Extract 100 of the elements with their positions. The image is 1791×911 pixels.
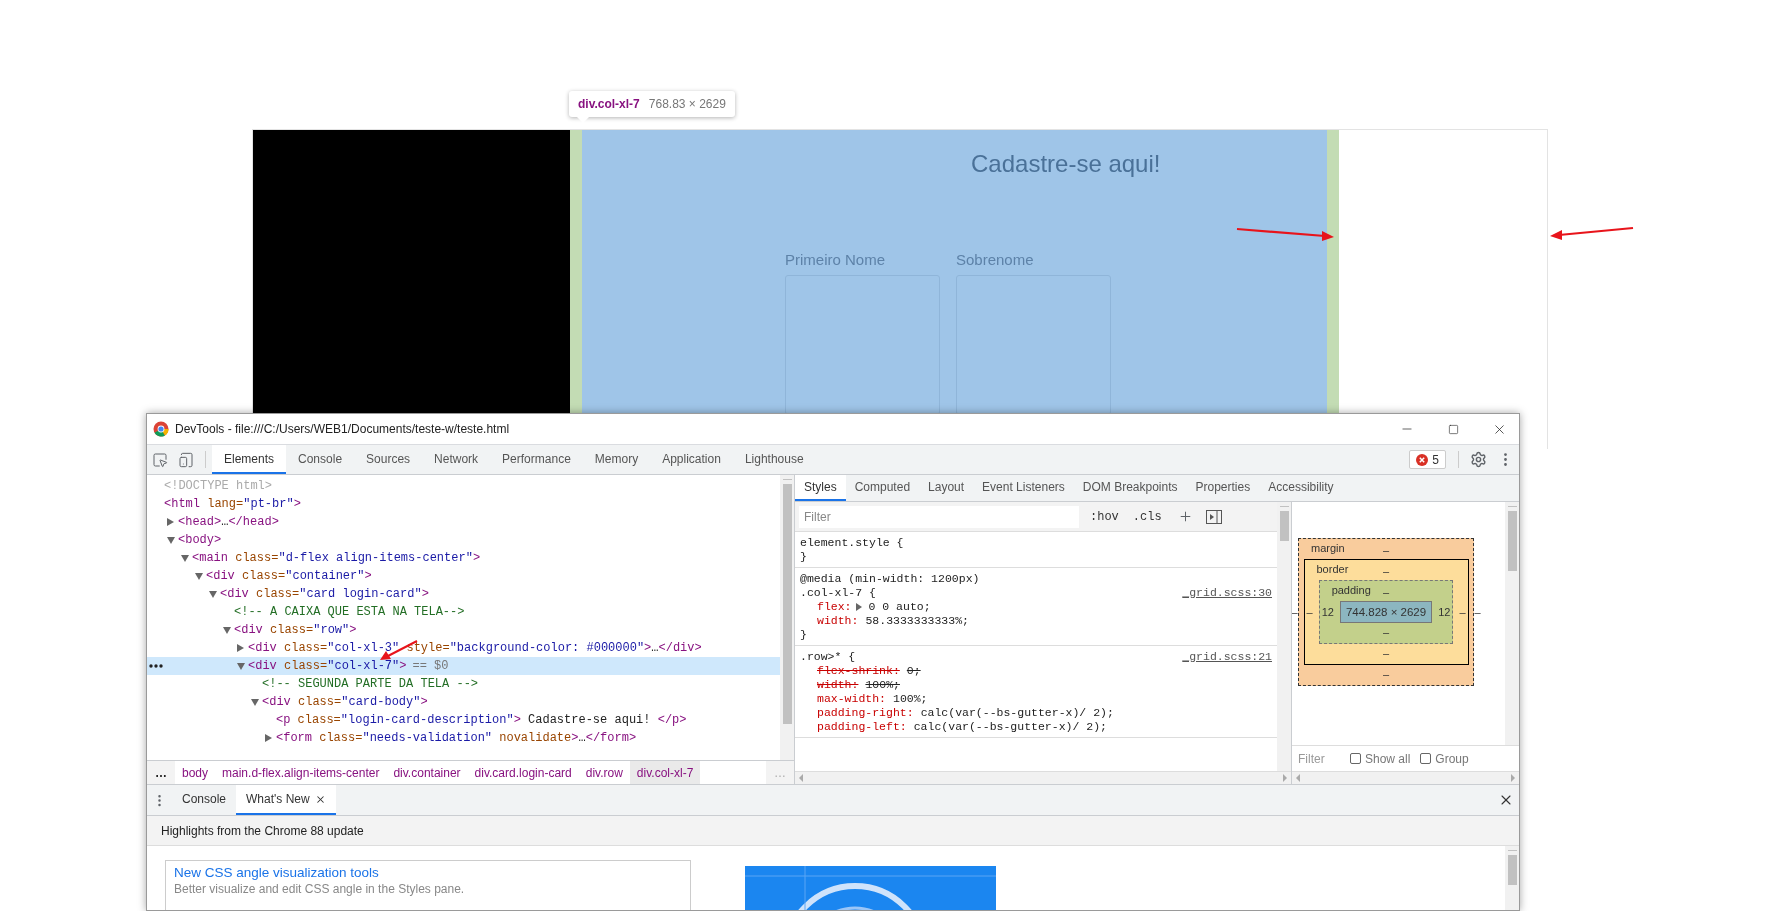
breadcrumb-item[interactable]: div.container bbox=[386, 761, 468, 784]
box-value: 12 bbox=[1321, 605, 1334, 620]
tooltip-size: 768.83 × 2629 bbox=[648, 97, 726, 111]
sidebar-tab[interactable]: DOM Breakpoints bbox=[1073, 475, 1187, 501]
panel-tab[interactable]: Elements bbox=[212, 445, 287, 474]
drawer-tab[interactable]: Console bbox=[172, 785, 237, 815]
field-label: Primeiro Nome bbox=[785, 251, 887, 268]
dom-tree-row[interactable]: <div class="row"> bbox=[147, 621, 780, 639]
scrollbar[interactable] bbox=[795, 771, 1291, 784]
closing-brace: } bbox=[800, 550, 807, 563]
css-value: 100%; bbox=[893, 692, 928, 706]
css-value: 58.3333333333%; bbox=[865, 614, 969, 628]
dom-tree-row[interactable]: <html lang="pt-br"> bbox=[147, 495, 780, 513]
breadcrumb-item[interactable]: div.card.login-card bbox=[467, 761, 579, 784]
expand-triangle-icon[interactable] bbox=[209, 590, 217, 598]
checkbox-option[interactable]: Show all bbox=[1350, 751, 1411, 766]
expand-triangle-icon[interactable] bbox=[265, 734, 272, 742]
css-property: padding-left: bbox=[817, 720, 907, 734]
border-label: border bbox=[1316, 563, 1349, 575]
expand-triangle-icon[interactable] bbox=[195, 572, 203, 580]
dom-tree-row[interactable]: <p class="login-card-description"> Cadastre-se aqui! </p> bbox=[147, 711, 780, 729]
filter-field[interactable]: Filter bbox=[799, 505, 1079, 528]
box-value: 12 bbox=[1438, 605, 1451, 620]
dom-tree-row[interactable]: <div class="card-body"> bbox=[147, 693, 780, 711]
panel-tab[interactable]: Sources bbox=[354, 445, 423, 474]
card-heading: Cadastre-se aqui! bbox=[971, 150, 1162, 178]
box-value: – bbox=[1292, 605, 1298, 620]
dom-tree-row[interactable]: <!-- SEGUNDA PARTE DA TELA --> bbox=[147, 675, 780, 693]
dom-tree-row[interactable]: <head>…</head> bbox=[147, 513, 780, 531]
sidebar-tab[interactable]: Styles bbox=[795, 475, 846, 501]
window-title: DevTools - file:///C:/Users/WEB1/Documents/teste-w/teste.html bbox=[175, 422, 511, 436]
feature-description: Better visualize and edit CSS angle in the Styles pane. bbox=[174, 882, 466, 896]
padding-label: padding bbox=[1331, 584, 1371, 596]
margin-label: margin bbox=[1311, 542, 1345, 554]
scrollbar[interactable] bbox=[1505, 502, 1519, 745]
expand-triangle-icon[interactable] bbox=[223, 626, 231, 634]
close-icon[interactable] bbox=[314, 793, 326, 805]
dom-tree-row[interactable]: <form class="needs-validation" novalidate>…</form> bbox=[147, 729, 780, 747]
scrollbar[interactable] bbox=[780, 475, 794, 760]
dom-tree-row[interactable]: <main class="d-flex align-items-center"> bbox=[147, 549, 780, 567]
breadcrumb-overflow[interactable]: … bbox=[147, 761, 175, 784]
css-selector: element.style { bbox=[800, 536, 904, 550]
sidebar-tab[interactable]: Computed bbox=[845, 475, 920, 501]
box-value: – bbox=[1459, 605, 1466, 620]
sidebar-toggle-icon[interactable] bbox=[1205, 509, 1222, 524]
scrollbar[interactable] bbox=[1505, 846, 1519, 910]
hover-state-toggle[interactable]: :hov bbox=[1087, 509, 1122, 524]
sidebar-tab[interactable]: Layout bbox=[919, 475, 974, 501]
css-selector: .col-xl-7 { bbox=[800, 586, 876, 600]
panel-tab[interactable]: Application bbox=[650, 445, 733, 474]
drawer-tab[interactable]: What's New bbox=[236, 785, 336, 815]
css-property: max-width: bbox=[817, 692, 886, 706]
expand-triangle-icon[interactable] bbox=[181, 554, 189, 562]
scrollbar[interactable] bbox=[1277, 502, 1291, 771]
dom-tree-row[interactable]: <div class="card login-card"> bbox=[147, 585, 780, 603]
box-value: – bbox=[1382, 585, 1390, 600]
scrollbar[interactable] bbox=[1292, 771, 1519, 784]
panel-tab[interactable]: Network bbox=[422, 445, 491, 474]
field-label: Sobrenome bbox=[956, 251, 1035, 268]
dom-tree-row[interactable]: <div class="container"> bbox=[147, 567, 780, 585]
css-property: width: bbox=[817, 678, 859, 692]
css-value: calc(var(--bs-gutter-x)/ 2); bbox=[920, 706, 1114, 720]
checkbox-option[interactable]: Group bbox=[1420, 751, 1469, 766]
css-selector: .row>* { bbox=[800, 650, 856, 664]
css-value: 100%; bbox=[865, 678, 900, 692]
more-dots-icon[interactable] bbox=[149, 664, 163, 668]
browser-logo-icon bbox=[153, 421, 169, 437]
expand-triangle-icon[interactable] bbox=[855, 603, 862, 611]
class-toggle[interactable]: .cls bbox=[1129, 509, 1165, 524]
dom-tree-row[interactable]: <body> bbox=[147, 531, 780, 549]
expand-triangle-icon[interactable] bbox=[167, 518, 174, 526]
expand-triangle-icon[interactable] bbox=[251, 698, 259, 706]
expand-triangle-icon[interactable] bbox=[167, 536, 175, 544]
breadcrumb-item[interactable]: div.row bbox=[578, 761, 630, 784]
breadcrumb-item[interactable]: body bbox=[175, 761, 216, 784]
closing-brace: } bbox=[800, 628, 807, 641]
source-link[interactable]: _grid.scss:30 bbox=[1182, 586, 1272, 600]
sidebar-tab[interactable]: Event Listeners bbox=[973, 475, 1074, 501]
sidebar-tab[interactable]: Accessibility bbox=[1259, 475, 1343, 501]
dom-tree-row[interactable]: <!-- A CAIXA QUE ESTA NA TELA--> bbox=[147, 603, 780, 621]
panel-tab[interactable]: Console bbox=[286, 445, 355, 474]
sidebar-tab[interactable]: Properties bbox=[1186, 475, 1260, 501]
maximize-icon[interactable] bbox=[1447, 423, 1459, 435]
panel-tab[interactable]: Lighthouse bbox=[732, 445, 816, 474]
css-property: flex: bbox=[817, 600, 852, 614]
breadcrumb-item[interactable]: main.d-flex.align-items-center bbox=[215, 761, 387, 784]
css-property: width: bbox=[817, 614, 859, 628]
panel-tab[interactable]: Memory bbox=[582, 445, 651, 474]
panel-tab[interactable]: Performance bbox=[490, 445, 583, 474]
box-value: – bbox=[1382, 625, 1390, 640]
dom-tree-row[interactable]: <div class="col-xl-7"> == $0 bbox=[147, 657, 780, 675]
box-value: – bbox=[1474, 605, 1481, 620]
feature-link[interactable]: New CSS angle visualization tools bbox=[174, 865, 682, 880]
filter-field[interactable]: Filter bbox=[1296, 750, 1340, 767]
expand-triangle-icon[interactable] bbox=[237, 662, 245, 670]
box-value: – bbox=[1382, 564, 1390, 579]
source-link[interactable]: _grid.scss:21 bbox=[1182, 650, 1272, 664]
error-count-badge[interactable]: 5 bbox=[1409, 450, 1446, 469]
breadcrumb-item[interactable]: div.col-xl-7 bbox=[629, 761, 701, 784]
css-property: padding-right: bbox=[817, 706, 914, 720]
